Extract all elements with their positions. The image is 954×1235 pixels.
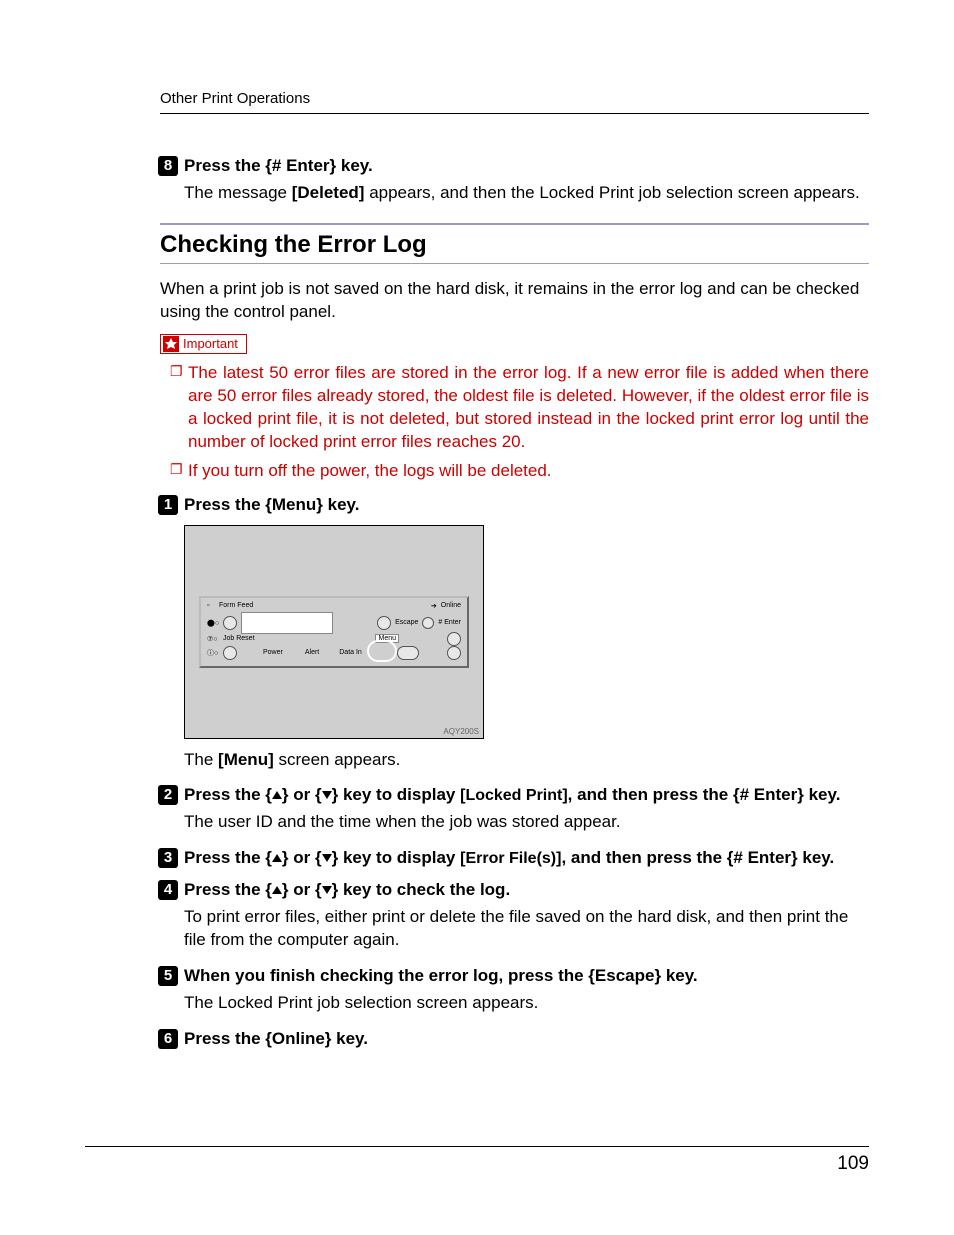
step-body: The user ID and the time when the job wa… [184, 811, 869, 834]
step-body: The message [Deleted] appears, and then … [184, 182, 869, 205]
arrow-up-icon [272, 854, 282, 862]
step-6: 6 Press the {Online} key. [160, 1029, 869, 1049]
step-number-icon: 2 [158, 785, 178, 805]
section-rule-bottom [160, 263, 869, 264]
step-number-icon: 8 [158, 156, 178, 176]
step-number-icon: 4 [158, 880, 178, 900]
arrow-up-icon [272, 791, 282, 799]
message-locked-print: [Locked Print] [460, 787, 568, 804]
page-header: Other Print Operations [160, 90, 869, 114]
important-list: ❐ The latest 50 error files are stored i… [170, 362, 869, 483]
step-5: 5 When you finish checking the error log… [160, 966, 869, 1015]
menu-highlight-icon [367, 640, 397, 662]
message-error-files: [Error File(s)] [460, 850, 561, 867]
message-deleted: [Deleted] [292, 183, 365, 202]
important-item: ❐ The latest 50 error files are stored i… [170, 362, 869, 454]
step-heading: Press the {Menu} key. [184, 495, 869, 515]
section-title: Other Print Operations [160, 90, 310, 107]
bullet-icon: ❐ [170, 362, 188, 454]
step-1: 1 Press the {Menu} key. ▫ Form Feed ➔Onl… [160, 495, 869, 772]
important-badge: Important [160, 334, 247, 354]
printer-figure: ▫ Form Feed ➔Online ⬤○ Escape # Enter [184, 525, 484, 739]
arrow-down-icon [322, 791, 332, 799]
step-heading: Press the {} or {} key to display [Locke… [184, 785, 869, 805]
step-body: To print error files, either print or de… [184, 906, 869, 952]
printer-panel: ▫ Form Feed ➔Online ⬤○ Escape # Enter [199, 596, 469, 668]
page-number: 109 [837, 1153, 869, 1175]
arrow-up-icon [272, 886, 282, 894]
step-heading: Press the {Online} key. [184, 1029, 869, 1049]
printer-figure-wrap: ▫ Form Feed ➔Online ⬤○ Escape # Enter [184, 525, 869, 739]
step-heading: Press the {} or {} key to display [Error… [184, 848, 869, 868]
section-heading: Checking the Error Log [160, 231, 869, 259]
arrow-down-icon [322, 886, 332, 894]
figure-code: AQY200S [443, 727, 479, 736]
section-rule-top [160, 223, 869, 225]
step-number-icon: 1 [158, 495, 178, 515]
step-2: 2 Press the {} or {} key to display [Loc… [160, 785, 869, 834]
bullet-icon: ❐ [170, 460, 188, 483]
footer-rule [85, 1146, 869, 1147]
step-number-icon: 3 [158, 848, 178, 868]
step-body: The [Menu] screen appears. [184, 749, 869, 772]
important-item: ❐ If you turn off the power, the logs wi… [170, 460, 869, 483]
step-heading: When you finish checking the error log, … [184, 966, 869, 986]
step-number-icon: 6 [158, 1029, 178, 1049]
step-heading: Press the {} or {} key to check the log. [184, 880, 869, 900]
step-number-icon: 5 [158, 966, 178, 986]
step-8: 8 Press the {# Enter} key. The message [… [160, 156, 869, 205]
step-body: The Locked Print job selection screen ap… [184, 992, 869, 1015]
star-icon [163, 336, 179, 352]
step-heading: Press the {# Enter} key. [184, 156, 869, 176]
section-intro: When a print job is not saved on the har… [160, 278, 869, 324]
message-menu: [Menu] [218, 750, 274, 769]
page: Other Print Operations 8 Press the {# En… [0, 0, 954, 1235]
step-4: 4 Press the {} or {} key to check the lo… [160, 880, 869, 952]
step-3: 3 Press the {} or {} key to display [Err… [160, 848, 869, 868]
arrow-down-icon [322, 854, 332, 862]
